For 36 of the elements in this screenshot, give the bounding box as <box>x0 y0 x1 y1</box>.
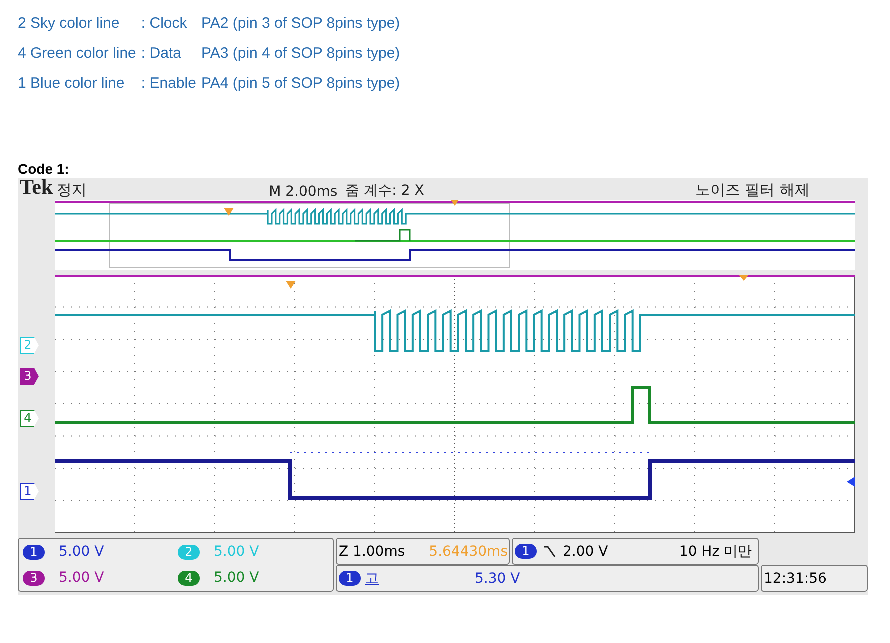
legend-label: 2 Sky color line <box>18 14 121 34</box>
legend-pin: PA4 (pin 5 of SOP 8pins type) <box>201 74 400 94</box>
legend-signal: : Data <box>141 44 182 64</box>
channel-marker[interactable]: 3 <box>20 368 39 385</box>
trigger-level: 2.00 V <box>563 544 608 560</box>
channel-scale: 5.00 V <box>59 544 104 560</box>
channel-marker[interactable]: 1 <box>20 483 39 500</box>
channel-scale: 5.00 V <box>214 570 260 586</box>
legend-pin: PA2 (pin 3 of SOP 8pins type) <box>201 14 400 34</box>
legend-signal: : Clock <box>141 14 188 34</box>
channel-badge: 3 <box>23 570 45 586</box>
zoom-factor-label: 줌 계수: 2 X <box>346 182 424 200</box>
run-state: 정지 <box>57 181 88 200</box>
trigger-frequency: 10 Hz 미만 <box>679 542 752 560</box>
timebase-label: M 2.00ms <box>269 184 338 200</box>
code-heading: Code 1: <box>18 160 70 178</box>
trigger-channel-badge: 1 <box>515 544 537 559</box>
falling-edge-icon <box>543 544 557 558</box>
channel-badge: 2 <box>178 544 200 560</box>
channel-badge: 4 <box>178 570 200 586</box>
reference-channel-badge: 1 <box>339 571 361 586</box>
legend-label: 1 Blue color line <box>18 74 126 94</box>
legend-signal: : Enable <box>141 74 196 94</box>
zoom-position: 5.64430ms <box>429 544 508 560</box>
channel-badge: 1 <box>23 544 45 560</box>
channel-scale: 5.00 V <box>214 544 260 560</box>
channel-marker[interactable]: 4 <box>20 410 39 427</box>
zoom-time: Z 1.00ms <box>339 544 406 560</box>
legend-pin: PA3 (pin 4 of SOP 8pins type) <box>201 44 400 64</box>
clock-time: 12:31:56 <box>761 565 868 592</box>
reference-label: 고 <box>365 570 379 588</box>
reference-value: 5.30 V <box>475 570 520 586</box>
noise-filter-label: 노이즈 필터 해제 <box>695 181 810 200</box>
channel-scale: 5.00 V <box>59 570 104 586</box>
brand-label: Tek <box>20 175 54 200</box>
legend-label: 4 Green color line <box>18 44 136 64</box>
